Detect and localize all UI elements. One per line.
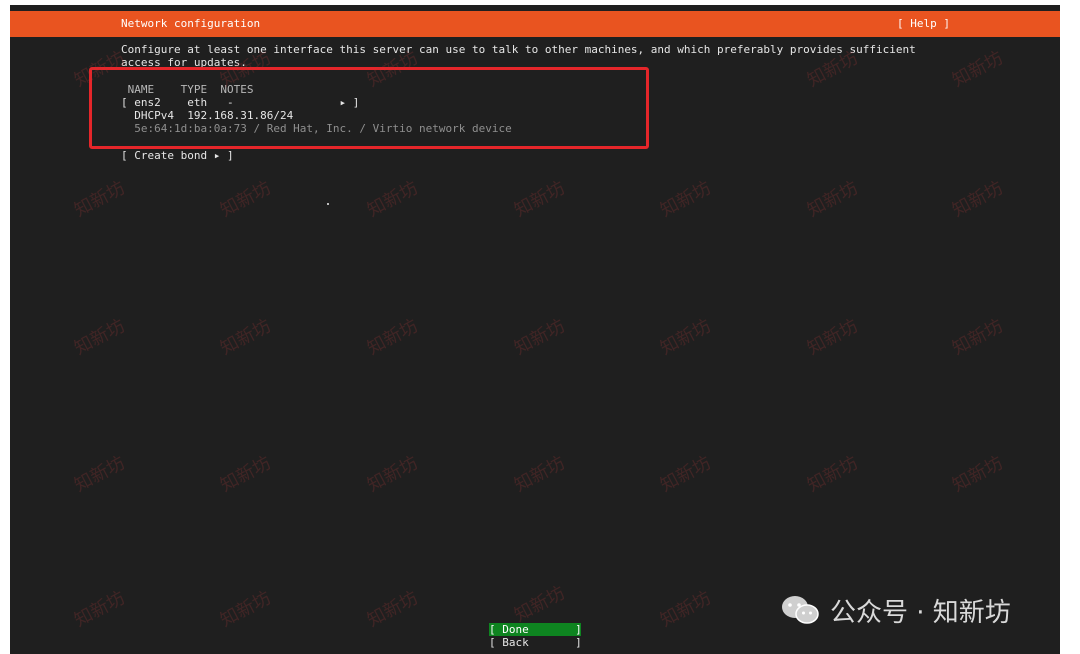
done-button[interactable]: [ Done ] — [489, 623, 582, 636]
watermark: 知新坊 — [70, 177, 129, 222]
watermark: 知新坊 — [363, 452, 422, 497]
highlight-box — [89, 67, 649, 149]
installer-screen: Network configuration [ Help ] Configure… — [10, 5, 1060, 654]
description: Configure at least one interface this se… — [121, 43, 916, 69]
back-button[interactable]: [ Back ] — [489, 636, 582, 649]
watermark: 知新坊 — [803, 315, 862, 360]
watermark: 知新坊 — [363, 315, 422, 360]
brand-text: 公众号 · 知新坊 — [830, 597, 1011, 628]
create-bond-button[interactable]: [ Create bond ▸ ] — [121, 149, 234, 162]
watermark: 知新坊 — [656, 315, 715, 360]
watermark: 知新坊 — [510, 582, 569, 627]
watermark: 知新坊 — [948, 452, 1007, 497]
watermark: 知新坊 — [510, 315, 569, 360]
watermark: 知新坊 — [70, 587, 129, 632]
watermark: 知新坊 — [948, 315, 1007, 360]
watermark: 知新坊 — [216, 315, 275, 360]
watermark: 知新坊 — [510, 452, 569, 497]
watermark: 知新坊 — [803, 177, 862, 222]
help-button[interactable]: [ Help ] — [897, 17, 950, 30]
watermark: 知新坊 — [363, 587, 422, 632]
watermark: 知新坊 — [70, 452, 129, 497]
watermark: 知新坊 — [948, 177, 1007, 222]
brand-watermark: 公众号 · 知新坊 — [780, 592, 1011, 628]
watermark: 知新坊 — [948, 47, 1007, 92]
watermark: 知新坊 — [70, 315, 129, 360]
watermark: 知新坊 — [803, 452, 862, 497]
wechat-icon — [782, 596, 819, 624]
watermark: 知新坊 — [656, 587, 715, 632]
header-bar: Network configuration [ Help ] — [10, 11, 1060, 37]
watermark: 知新坊 — [216, 587, 275, 632]
watermark: 知新坊 — [510, 177, 569, 222]
watermark: 知新坊 — [656, 177, 715, 222]
watermark: 知新坊 — [363, 177, 422, 222]
cursor-dot — [327, 203, 329, 205]
watermark: 知新坊 — [656, 452, 715, 497]
page-title: Network configuration — [121, 17, 261, 30]
watermark: 知新坊 — [216, 177, 275, 222]
watermark: 知新坊 — [216, 452, 275, 497]
description-line-1: Configure at least one interface this se… — [121, 43, 916, 56]
